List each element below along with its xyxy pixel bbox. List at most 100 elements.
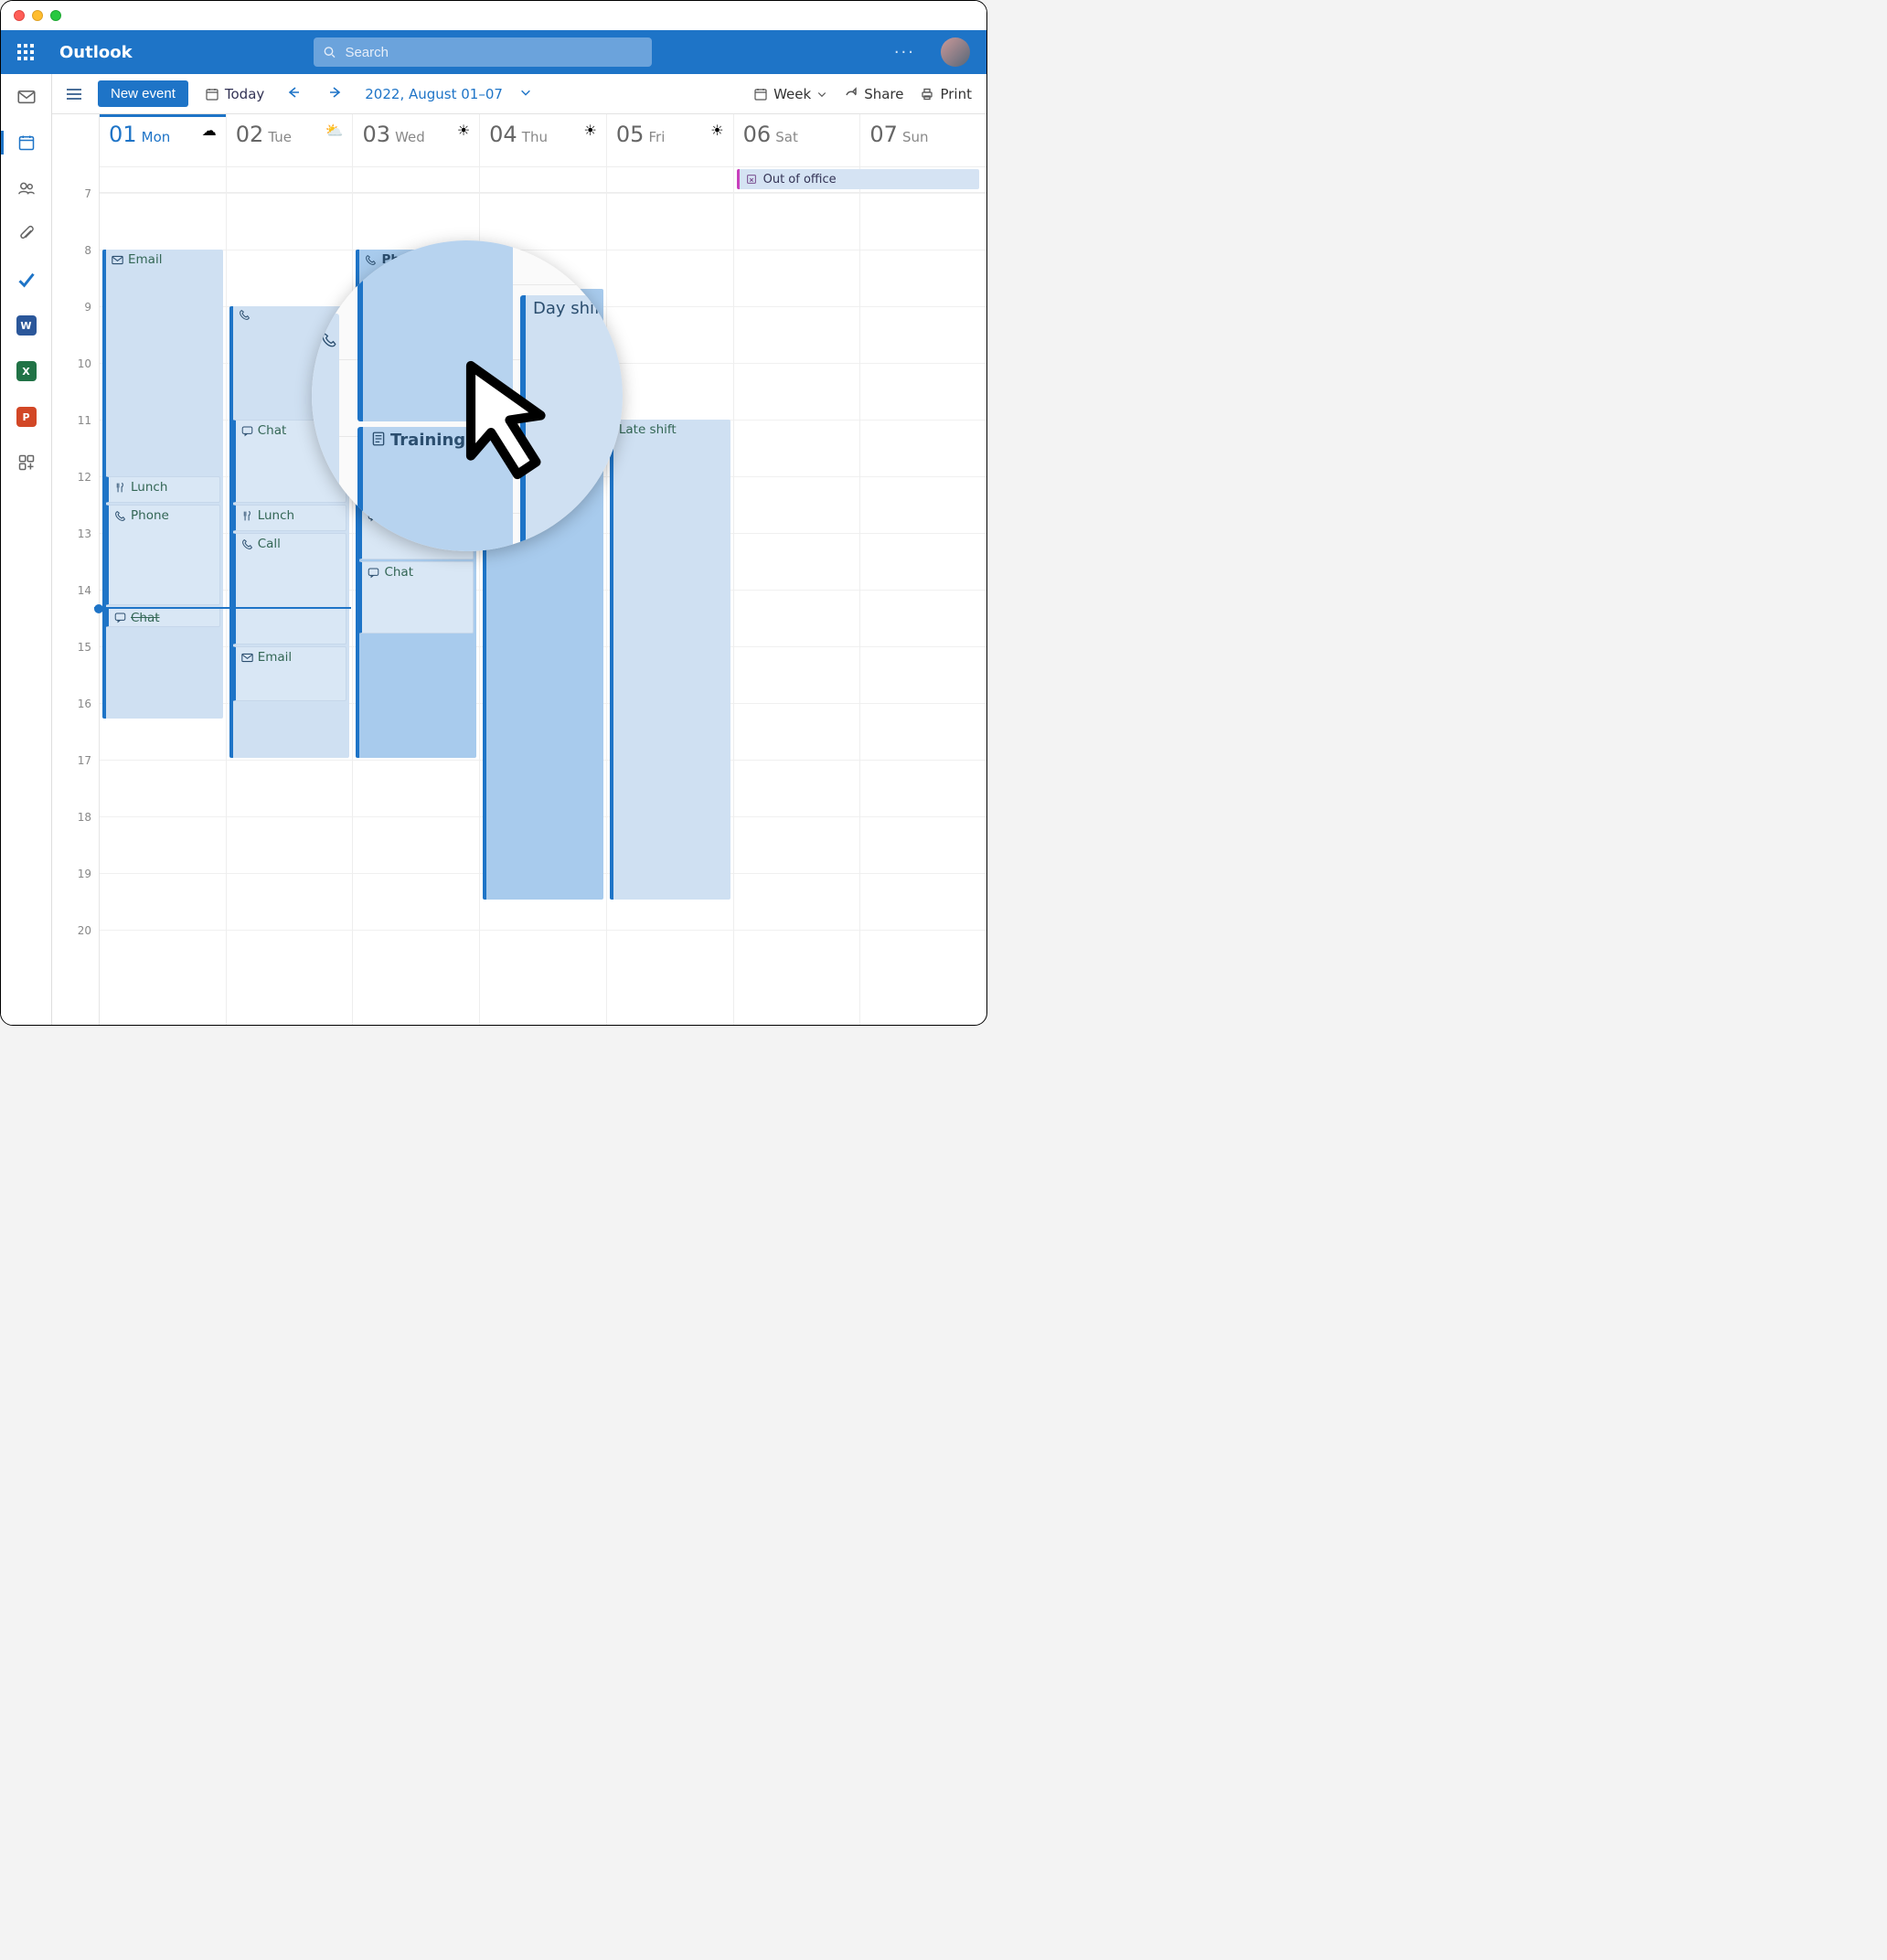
hour-gutter: 7891011121314151617181920	[52, 114, 100, 1025]
day-column-fri[interactable]: 05 Fri☀ Late shift	[607, 114, 734, 1025]
day-column-sat[interactable]: 06 Sat Out of office	[734, 114, 861, 1025]
close-window-button[interactable]	[14, 10, 25, 21]
word-icon: W	[16, 315, 37, 336]
calendar-event[interactable]: Phone	[105, 505, 220, 605]
calendar-event[interactable]: Late shift	[610, 420, 730, 900]
current-time-indicator	[94, 607, 351, 609]
day-header[interactable]: 06 Sat	[734, 114, 860, 167]
rail-excel[interactable]: X	[9, 357, 44, 385]
hours-area[interactable]	[734, 193, 860, 1025]
more-menu-button[interactable]: ···	[894, 43, 915, 62]
rail-word[interactable]: W	[9, 312, 44, 339]
new-event-button[interactable]: New event	[98, 80, 188, 107]
event-label: Lunch	[131, 480, 167, 495]
titlebar	[1, 1, 986, 30]
toolbar: New event Today 2022, August 01–07	[52, 74, 986, 114]
search-input[interactable]	[345, 45, 642, 60]
prev-week-button[interactable]	[281, 85, 306, 103]
event-label: Chat	[384, 565, 413, 580]
day-name: Sat	[775, 129, 798, 145]
hours-area[interactable]	[860, 193, 986, 1025]
share-label: Share	[864, 86, 903, 102]
minimize-window-button[interactable]	[32, 10, 43, 21]
hours-area[interactable]: Late shift	[607, 193, 733, 1025]
app-window: Outlook ··· W X P New event	[0, 0, 987, 1026]
calendar-event[interactable]: Email	[232, 646, 347, 701]
calendar-event[interactable]: Chat	[358, 561, 474, 634]
day-column-mon[interactable]: 01 Mon☁EmailLunchPhoneChat	[100, 114, 227, 1025]
weather-icon: ☀	[457, 122, 470, 139]
date-range-label[interactable]: 2022, August 01–07	[365, 86, 503, 102]
note-icon	[370, 431, 387, 447]
weather-icon: ☀	[584, 122, 597, 139]
mail-icon	[112, 254, 123, 266]
main-panel: New event Today 2022, August 01–07	[52, 74, 986, 1025]
hour-label: 17	[78, 754, 91, 767]
phone-icon	[239, 309, 251, 321]
calendar-today-icon	[205, 87, 219, 101]
chevron-down-icon	[816, 89, 827, 100]
nav-toggle-button[interactable]	[67, 89, 81, 100]
hour-label: 13	[78, 527, 91, 540]
hour-label: 8	[84, 244, 91, 257]
day-header[interactable]: 04 Thu☀	[480, 114, 606, 167]
today-button[interactable]: Today	[205, 86, 264, 102]
user-avatar[interactable]	[941, 37, 970, 67]
day-header[interactable]: 02 Tue⛅	[227, 114, 353, 167]
weather-icon: ⛅	[325, 122, 344, 139]
check-icon	[17, 271, 36, 289]
powerpoint-icon: P	[16, 407, 37, 427]
search-box[interactable]	[314, 37, 652, 67]
event-label: Out of office	[763, 173, 837, 186]
rail-calendar[interactable]	[9, 129, 44, 156]
calendar-event[interactable]: Chat	[105, 607, 220, 628]
day-column-sun[interactable]: 07 Sun	[860, 114, 986, 1025]
hours-area[interactable]: EmailLunchPhoneChat	[100, 193, 226, 1025]
allday-row[interactable]	[480, 167, 606, 193]
share-button[interactable]: Share	[844, 86, 903, 102]
allday-row[interactable]: Out of office	[734, 167, 860, 193]
apps-icon	[17, 453, 36, 472]
day-name: Fri	[649, 129, 666, 145]
day-header[interactable]: 01 Mon☁	[100, 114, 226, 167]
day-header[interactable]: 07 Sun	[860, 114, 986, 167]
chat-icon	[114, 612, 126, 623]
rail-powerpoint[interactable]: P	[9, 403, 44, 431]
mail-icon	[17, 88, 36, 106]
calendar-event[interactable]: Lunch	[105, 476, 220, 503]
hour-label: 18	[78, 811, 91, 824]
event-label: Chat	[131, 611, 160, 625]
rail-mail[interactable]	[9, 83, 44, 111]
event-label: Email	[258, 650, 292, 665]
rail-people[interactable]	[9, 175, 44, 202]
print-button[interactable]: Print	[920, 86, 972, 102]
left-rail: W X P	[1, 74, 52, 1025]
allday-row[interactable]	[100, 167, 226, 193]
rail-files[interactable]	[9, 220, 44, 248]
hour-label: 11	[78, 414, 91, 427]
allday-row[interactable]	[860, 167, 986, 193]
phone-icon	[241, 538, 253, 550]
allday-row[interactable]	[227, 167, 353, 193]
view-selector[interactable]: Week	[753, 86, 827, 102]
weather-icon: ☁	[202, 122, 217, 139]
rail-todo[interactable]	[9, 266, 44, 293]
day-number: 05	[616, 122, 645, 147]
arrow-right-icon	[328, 85, 343, 100]
hour-label: 20	[78, 924, 91, 937]
day-number: 06	[743, 122, 772, 147]
date-range-dropdown[interactable]	[519, 85, 532, 102]
chat-icon	[368, 567, 379, 579]
day-header[interactable]: 05 Fri☀	[607, 114, 733, 167]
lunch-icon	[114, 482, 126, 494]
search-icon	[323, 45, 336, 59]
view-label: Week	[773, 86, 811, 102]
allday-row[interactable]	[353, 167, 479, 193]
rail-apps[interactable]	[9, 449, 44, 476]
allday-row[interactable]	[607, 167, 733, 193]
day-header[interactable]: 03 Wed☀	[353, 114, 479, 167]
next-week-button[interactable]	[323, 85, 348, 103]
maximize-window-button[interactable]	[50, 10, 61, 21]
event-label: Phone	[131, 508, 169, 523]
app-launcher-icon[interactable]	[17, 44, 34, 60]
